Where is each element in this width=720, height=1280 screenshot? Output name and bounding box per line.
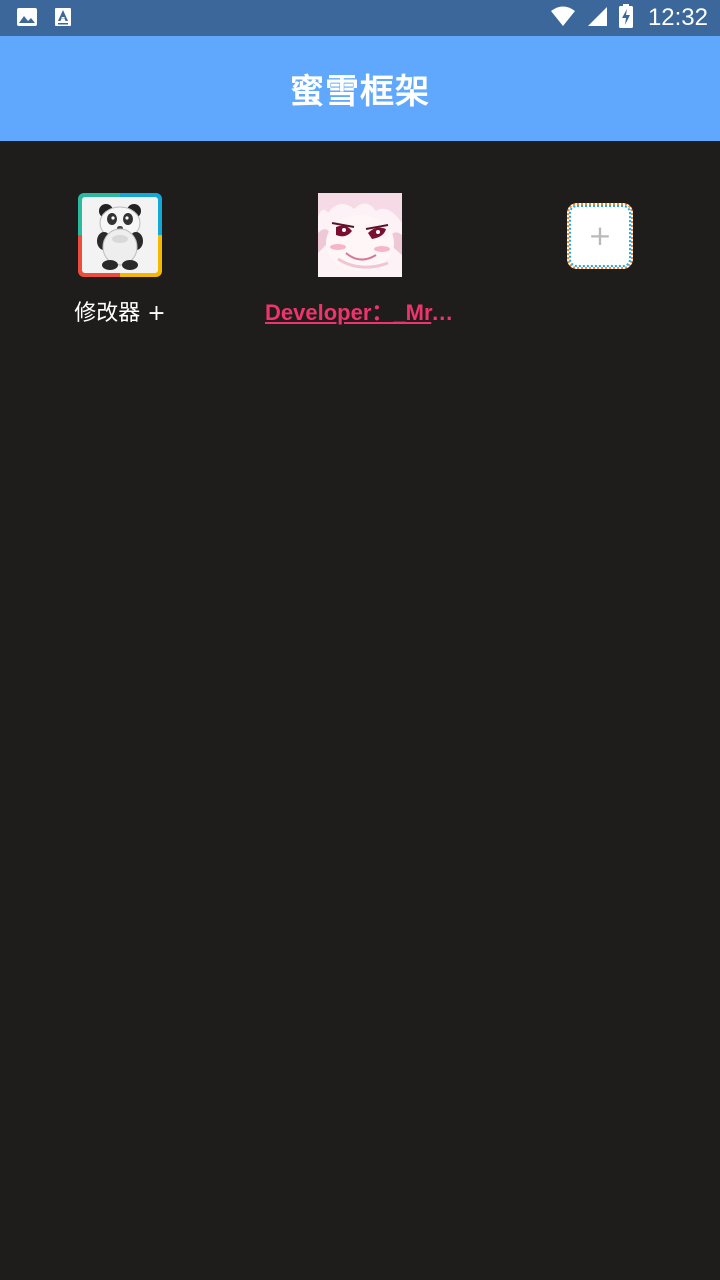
status-bar: 12:32 <box>0 0 720 36</box>
font-notification-icon <box>54 7 72 31</box>
add-icon[interactable]: + <box>567 203 633 269</box>
battery-charging-icon <box>618 3 634 33</box>
grid-item-label: 修改器 + <box>74 301 166 326</box>
clock-time: 12:32 <box>647 4 708 31</box>
page-title: 蜜雪框架 <box>290 72 430 112</box>
image-notification-icon <box>16 7 38 31</box>
grid-item-add[interactable]: + <box>480 193 720 269</box>
app-grid: 修改器 + Developer：_Mr.… + <box>0 141 720 1280</box>
signal-icon <box>586 5 608 31</box>
panda-app-icon <box>78 193 162 277</box>
grid-item-developer[interactable]: Developer：_Mr.… <box>240 193 480 327</box>
add-symbol: + <box>588 219 612 252</box>
anime-avatar-icon <box>318 193 402 277</box>
wifi-icon <box>550 5 576 31</box>
grid-item-modifier[interactable]: 修改器 + <box>0 193 240 327</box>
app-bar: 蜜雪框架 <box>0 36 720 141</box>
developer-link[interactable]: Developer：_Mr.… <box>265 295 455 327</box>
